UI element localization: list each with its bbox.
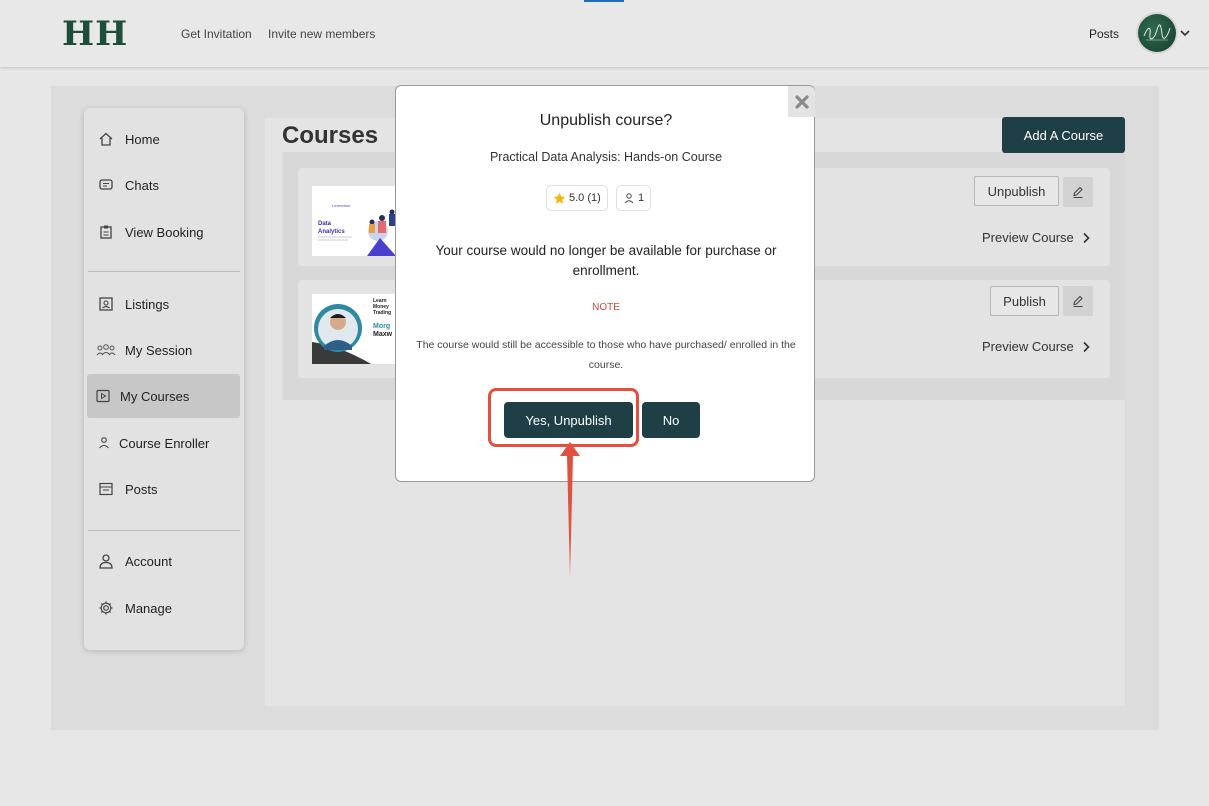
course-name: Practical Data Analysis: Hands-on Course bbox=[489, 150, 723, 164]
rating-value: 5.0 (1) bbox=[569, 192, 601, 204]
note-label: NOTE bbox=[592, 302, 620, 313]
cancel-button[interactable]: No bbox=[642, 402, 700, 438]
highlight-box bbox=[488, 388, 639, 447]
star-icon bbox=[553, 192, 566, 204]
arrow-icon bbox=[560, 442, 580, 576]
user-icon bbox=[624, 193, 634, 204]
close-icon bbox=[794, 94, 809, 109]
dialog-title: Unpublish course? bbox=[539, 112, 673, 129]
students-badge: 1 bbox=[616, 185, 652, 211]
dialog-message: Your course would no longer be available… bbox=[435, 243, 777, 278]
note-text: The course would still be accessible to … bbox=[416, 339, 796, 371]
rating-badge: 5.0 (1) bbox=[546, 185, 608, 211]
students-count: 1 bbox=[638, 192, 645, 204]
